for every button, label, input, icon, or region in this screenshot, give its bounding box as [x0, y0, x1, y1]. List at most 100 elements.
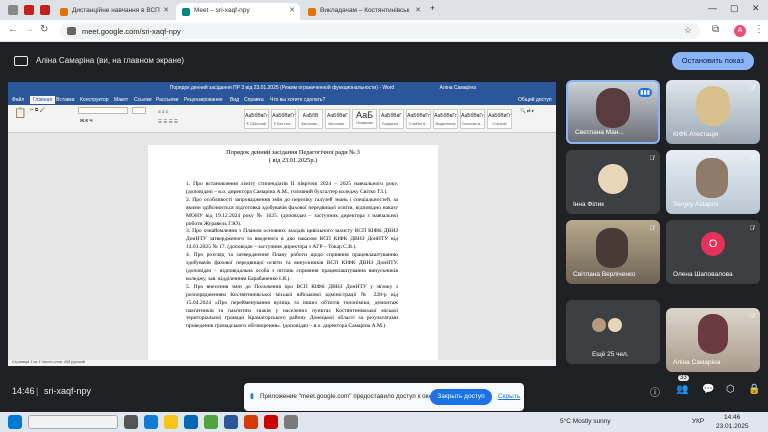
more-participants-tile[interactable]: Ещё 25 чел. [566, 300, 660, 364]
mic-off-icon: 🎙̸ [749, 314, 755, 320]
gmail-tab-icon[interactable] [24, 5, 34, 15]
taskbar-search-box[interactable] [28, 415, 118, 429]
site-info-icon[interactable] [67, 27, 76, 35]
notification-text: Приложение "meet.google.com" предоставил… [260, 393, 437, 400]
new-tab-icon[interactable]: + [430, 3, 435, 13]
participant-tile[interactable]: ▮▮▮ Светлана Ман... [566, 80, 660, 144]
style-sample: АаБбВвГ [326, 113, 348, 119]
style-strong[interactable]: АаБбВвГг Строгий [487, 109, 512, 129]
powerpoint-icon[interactable] [244, 415, 258, 429]
style-sample: АаБбВвГг [488, 113, 511, 119]
hide-notification-link[interactable]: Скрыть [498, 393, 520, 400]
present-screen-icon [14, 56, 28, 66]
store-icon[interactable] [184, 415, 198, 429]
participant-tile[interactable]: 🎙̸ Інна Філик [566, 150, 660, 214]
edge-icon[interactable] [144, 415, 158, 429]
style-subtitle[interactable]: АаБбВвГ Подзагол... [379, 109, 404, 129]
cut-copy-group: ✂ ⧉ 🖌 [30, 107, 46, 112]
word-icon[interactable] [224, 415, 238, 429]
agenda-item: 4. Про розгляд та затвердження Плану роб… [186, 252, 398, 282]
extensions-icon[interactable]: ⧉ [712, 24, 719, 35]
task-view-icon[interactable] [124, 415, 138, 429]
chrome-menu-icon[interactable]: ⋮ [754, 24, 764, 35]
agenda-item: 5. Про внесення змін до Положення про ВС… [186, 283, 398, 330]
style-name: Выделение [435, 122, 456, 126]
style-no-spacing[interactable]: АаБбВвГг ¶ Без инт... [271, 109, 296, 129]
participant-tile[interactable]: 🎙̸ Аліна Самаріна [666, 308, 760, 372]
lock-icon[interactable]: 🔒 [748, 384, 760, 395]
word-tab-references[interactable]: Ссылки [134, 97, 152, 103]
participant-tile[interactable]: 🎙̸ Світлана Верліченко [566, 220, 660, 284]
word-tab-file[interactable]: Файл [12, 97, 24, 103]
close-tab-icon[interactable]: ✕ [289, 6, 295, 14]
find-replace-group[interactable]: 🔍 ⇄ ▸ [520, 108, 534, 114]
tab-meet[interactable]: Meet – sri-xaqf-npy ✕ [176, 3, 300, 20]
word-tab-view[interactable]: Вид [230, 97, 239, 103]
word-tab-home[interactable]: Главная [30, 96, 56, 104]
language-indicator[interactable]: УКР [692, 418, 704, 425]
participant-avatar [592, 318, 606, 332]
style-title[interactable]: АаБ Название [352, 109, 377, 129]
document-page: Порядок денний засідання Педагогічної ра… [148, 145, 438, 360]
paste-icon[interactable]: 📋 [14, 108, 26, 119]
weather-widget[interactable]: 5°C Mostly sunny [560, 418, 611, 425]
style-intense-emphasis[interactable]: АаБбВвГг Сильное в... [460, 109, 485, 129]
font-name-box[interactable] [78, 107, 128, 114]
style-name: Подзагол... [381, 122, 402, 126]
word-tab-layout[interactable]: Макет [114, 97, 128, 103]
style-normal[interactable]: АаБбВвГг ¶ Обычный [244, 109, 269, 129]
acrobat-icon[interactable] [264, 415, 278, 429]
close-window-icon[interactable]: ✕ [752, 3, 760, 14]
style-name: Заголово... [300, 122, 321, 126]
participant-tile[interactable]: 🎙̸ Sergey Astapov [666, 150, 760, 214]
font-size-box[interactable] [132, 107, 146, 114]
align-icons[interactable]: ☰ ☰ ☰ ☰ [158, 119, 178, 125]
stop-presenting-button[interactable]: Остановить показ [671, 52, 754, 70]
style-name: Слабое в... [408, 122, 429, 126]
style-emphasis[interactable]: АаБбВвГг Выделение [433, 109, 458, 129]
windows-start-icon[interactable] [8, 415, 22, 429]
minimize-icon[interactable]: — [708, 3, 717, 13]
clock-date[interactable]: 23.01.2025 [716, 423, 749, 430]
style-heading1[interactable]: АаБбВ Заголово... [298, 109, 323, 129]
info-icon[interactable]: ⓘ [650, 384, 660, 399]
participant-tile[interactable]: 🎙̸ КІФК Атестація [666, 80, 760, 144]
participant-tile[interactable]: О 🎙̸ Олена Шаповалова [666, 220, 760, 284]
word-tab-review[interactable]: Рецензирование [184, 97, 223, 103]
style-subtle-emphasis[interactable]: АаБбВвГг Слабое в... [406, 109, 431, 129]
chrome-icon[interactable] [204, 415, 218, 429]
maximize-icon[interactable]: ▢ [730, 3, 739, 14]
close-tab-icon[interactable]: ✕ [415, 6, 421, 14]
file-explorer-icon[interactable] [164, 415, 178, 429]
reload-icon[interactable]: ↻ [40, 24, 48, 35]
people-icon[interactable]: 👥 [676, 384, 688, 395]
word-tab-design[interactable]: Конструктор [80, 97, 109, 103]
tab-distance-learning[interactable]: Дистанційне навчання в ВСП ✕ [54, 3, 174, 20]
youtube-tab-icon[interactable] [40, 5, 50, 15]
close-tab-icon[interactable]: ✕ [163, 6, 169, 14]
site-icon [308, 8, 316, 16]
clock-time[interactable]: 14:46 [724, 414, 740, 421]
style-heading2[interactable]: АаБбВвГ Заголово... [325, 109, 350, 129]
tab-menu-icon[interactable] [8, 5, 18, 15]
style-name: Заголово... [327, 122, 348, 126]
list-icons[interactable]: ≡ ≡ ≡ [158, 109, 168, 114]
word-tell-me[interactable]: Что вы хотите сделать? [270, 97, 325, 103]
profile-avatar[interactable]: A [734, 25, 746, 37]
style-sample: АаБбВвГ [380, 113, 402, 119]
meeting-time: 14:46 [12, 386, 35, 396]
app-icon[interactable] [284, 415, 298, 429]
chat-icon[interactable]: 💬 [702, 384, 714, 395]
url-field[interactable]: meet.google.com/sri-xaqf-npy ☆ [60, 23, 700, 39]
activities-icon[interactable]: ⬡ [726, 384, 735, 395]
bookmark-star-icon[interactable]: ☆ [684, 25, 692, 36]
word-share-button[interactable]: Общий доступ [518, 97, 552, 103]
tab-teachers[interactable]: Викладачам – Костянтинівськ ✕ [302, 3, 426, 20]
word-tab-insert[interactable]: Вставка [56, 97, 75, 103]
bold-icon[interactable]: Ж К Ч [80, 118, 92, 123]
word-tab-mailings[interactable]: Рассылки [156, 97, 178, 103]
back-icon[interactable]: ← [8, 24, 18, 35]
forward-icon[interactable]: → [24, 24, 34, 35]
stop-sharing-button[interactable]: Закрыть доступ [430, 389, 492, 405]
word-tab-help[interactable]: Справка [244, 97, 264, 103]
